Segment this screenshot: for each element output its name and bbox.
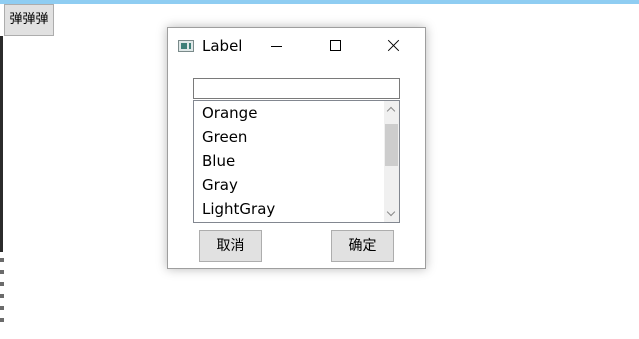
ok-button[interactable]: 确定 [331, 230, 394, 262]
window-app-icon [178, 40, 194, 52]
background-window-edge [0, 36, 3, 252]
popup-trigger-button[interactable]: 弹弹弹 [4, 4, 54, 36]
list-item[interactable]: LightGray [194, 197, 384, 221]
list-item[interactable]: Orange [194, 101, 384, 125]
list-item[interactable]: Blue [194, 149, 384, 173]
label-text-input[interactable] [193, 78, 400, 99]
chevron-down-icon[interactable] [384, 205, 399, 222]
list-item[interactable]: Green [194, 125, 384, 149]
dialog-titlebar[interactable]: Label [168, 28, 425, 64]
color-listbox[interactable]: Orange Green Blue Gray LightGray [193, 100, 400, 223]
top-accent-bar [0, 0, 639, 4]
background-window-fragments [0, 252, 6, 339]
maximize-icon[interactable] [313, 28, 359, 64]
cancel-button[interactable]: 取消 [199, 230, 262, 262]
chevron-up-icon[interactable] [384, 101, 399, 118]
scrollbar-thumb[interactable] [385, 124, 398, 166]
label-dialog: Label Orange Green Blue Gray LightGray 取… [167, 27, 426, 269]
dialog-title: Label [202, 37, 243, 55]
color-list-items: Orange Green Blue Gray LightGray [194, 101, 384, 222]
close-icon[interactable] [371, 28, 417, 64]
minimize-icon[interactable] [254, 28, 300, 64]
list-scrollbar[interactable] [384, 101, 399, 222]
list-item[interactable]: Gray [194, 173, 384, 197]
